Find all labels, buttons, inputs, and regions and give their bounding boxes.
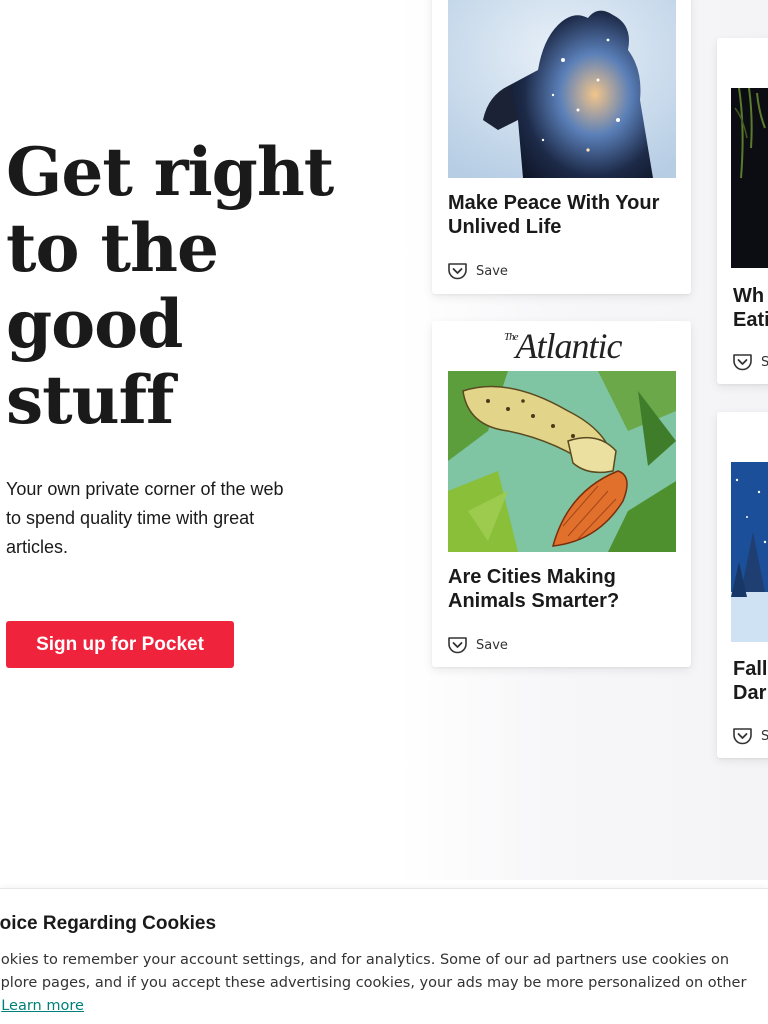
- article-image: [731, 88, 768, 268]
- sign-up-button[interactable]: Sign up for Pocket: [6, 621, 234, 668]
- save-label: Save: [476, 263, 508, 279]
- article-title-line: Fall: [733, 658, 768, 680]
- hero-title-line: to the: [6, 209, 219, 287]
- article-title[interactable]: Are Cities Making Animals Smarter?: [448, 565, 678, 613]
- save-button[interactable]: Save: [447, 261, 508, 281]
- publisher-logo: TheAtlantic: [504, 325, 623, 367]
- article-card[interactable]: Make Peace With Your Unlived Life Save: [432, 0, 691, 294]
- pocket-icon: [448, 637, 467, 654]
- hero-title-line: Get right: [6, 133, 334, 211]
- article-image-art: [731, 462, 768, 642]
- article-image-art: [448, 371, 676, 552]
- cookie-text-line: ookies to remember your account settings…: [0, 952, 730, 968]
- cookie-banner-text: ookies to remember your account settings…: [0, 949, 752, 1018]
- hero-title-line: good: [6, 285, 183, 363]
- learn-more-link[interactable]: Learn more: [1, 998, 84, 1014]
- save-button[interactable]: Sa: [732, 352, 768, 372]
- article-card[interactable]: TheAtlantic Are Cities Making Animals Sm…: [432, 321, 691, 667]
- pocket-icon: [733, 728, 752, 745]
- article-title[interactable]: Fall Dar: [733, 657, 768, 705]
- article-card[interactable]: Fall Dar Sa: [717, 412, 768, 758]
- article-title[interactable]: Make Peace With Your Unlived Life: [448, 191, 678, 239]
- hero-title: Get right to the good stuff: [6, 134, 346, 438]
- pocket-icon: [733, 354, 752, 371]
- save-button[interactable]: Save: [447, 635, 508, 655]
- cookie-text-line: . Learn more: [0, 995, 752, 1018]
- hero-title-line: stuff: [6, 361, 174, 439]
- save-label: Sa: [761, 354, 768, 370]
- article-title-line: Wh: [733, 285, 765, 307]
- pocket-icon: [448, 263, 467, 280]
- article-title[interactable]: Wh Eati: [733, 284, 768, 332]
- cookie-text-line: xplore pages, and if you accept these ad…: [0, 975, 747, 991]
- cookie-banner: hoice Regarding Cookies ookies to rememb…: [0, 888, 768, 1024]
- article-image: [448, 371, 676, 552]
- article-title-line: Dar: [733, 682, 767, 704]
- hero-subtitle: Your own private corner of the web to sp…: [6, 479, 284, 557]
- article-card[interactable]: Wh Eati Sa: [717, 38, 768, 384]
- save-label: Save: [476, 637, 508, 653]
- save-label: Sa: [761, 728, 768, 744]
- save-button[interactable]: Sa: [732, 726, 768, 746]
- article-title-line: Eati: [733, 309, 768, 331]
- article-image: [731, 462, 768, 642]
- article-image-art: [448, 0, 676, 178]
- article-image-art: [731, 88, 768, 268]
- article-image: [448, 0, 676, 178]
- publisher-name: Atlantic: [515, 326, 623, 366]
- cookie-banner-title: hoice Regarding Cookies: [0, 913, 217, 934]
